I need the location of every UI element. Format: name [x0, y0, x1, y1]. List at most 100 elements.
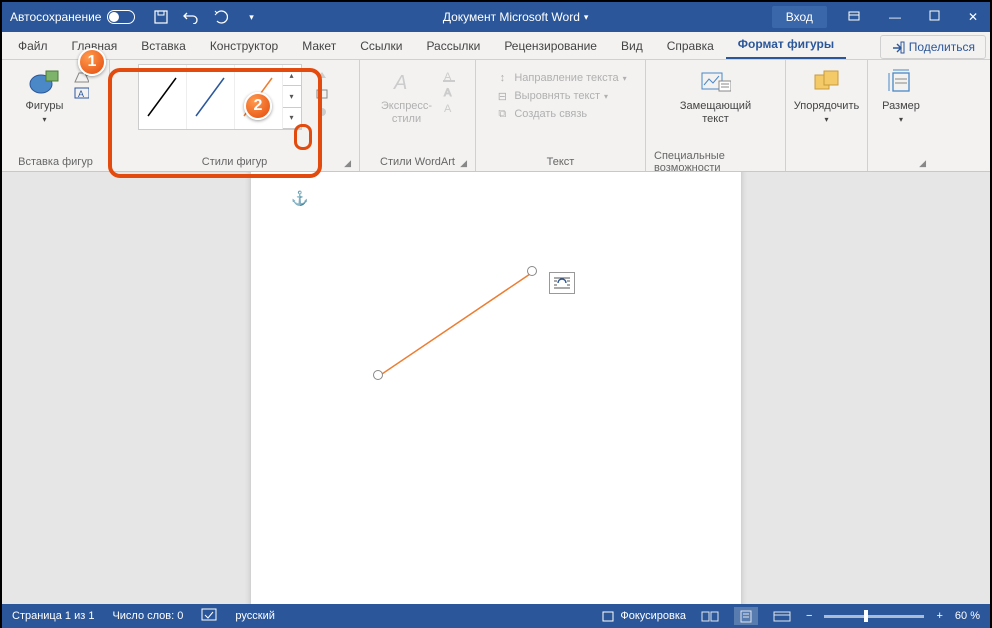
share-button[interactable]: Поделиться	[880, 35, 986, 59]
svg-text:A: A	[444, 87, 452, 98]
minimize-icon[interactable]: —	[889, 10, 901, 24]
text-box-icon[interactable]: A	[73, 86, 89, 100]
layout-options-icon	[552, 275, 572, 291]
window-controls: — ✕	[847, 10, 978, 25]
tab-design[interactable]: Конструктор	[198, 33, 290, 59]
style-preset-1[interactable]	[139, 65, 187, 129]
status-bar: Страница 1 из 1 Число слов: 0 русский Фо…	[2, 604, 990, 628]
shapes-icon	[28, 66, 60, 98]
group-text: ↕Направление текста▾ ⊟Выровнять текст▾ ⧉…	[476, 60, 646, 171]
share-icon	[891, 41, 905, 54]
alt-text-button[interactable]: Замещающий текст	[676, 64, 755, 128]
gallery-more-icon[interactable]: ▾	[283, 108, 301, 129]
close-icon[interactable]: ✕	[968, 10, 978, 24]
redo-icon[interactable]	[213, 9, 229, 25]
zoom-slider[interactable]	[824, 615, 924, 618]
wordart-icon: A	[390, 66, 422, 98]
layout-options-button[interactable]	[549, 272, 575, 294]
qat-dropdown-icon[interactable]: ▾	[243, 9, 259, 25]
dialog-launcher-icon[interactable]: ◢	[919, 158, 926, 169]
shapes-button[interactable]: Фигуры ▾	[22, 64, 68, 127]
shape-effects-button[interactable]	[312, 104, 332, 120]
text-effects-icon[interactable]: A	[442, 100, 458, 114]
status-page[interactable]: Страница 1 из 1	[12, 610, 94, 622]
save-icon[interactable]	[153, 9, 169, 25]
size-button[interactable]: Размер ▾	[878, 64, 924, 127]
create-link-button[interactable]: ⧉Создать связь	[492, 106, 628, 122]
align-text-button[interactable]: ⊟Выровнять текст▾	[492, 88, 628, 104]
status-language[interactable]: русский	[235, 610, 274, 622]
text-direction-icon: ↕	[494, 71, 510, 85]
tab-shape-format[interactable]: Формат фигуры	[726, 31, 846, 59]
annotation-callout-1: 1	[78, 48, 106, 76]
ribbon-tabs: Файл Главная Вставка Конструктор Макет С…	[2, 32, 990, 60]
svg-text:A: A	[393, 72, 407, 94]
arrange-button[interactable]: Упорядочить ▾	[790, 64, 863, 127]
chevron-down-icon[interactable]: ▾	[584, 12, 589, 23]
print-layout-icon[interactable]	[734, 607, 758, 625]
group-wordart-styles: A Экспресс- стили A A A Стили WordArt◢	[360, 60, 476, 171]
document-area: ⚓	[2, 172, 990, 604]
svg-text:A: A	[444, 103, 452, 114]
toggle-switch-icon[interactable]	[107, 10, 135, 24]
annotation-callout-2: 2	[244, 92, 272, 120]
svg-text:A: A	[78, 89, 84, 99]
anchor-icon: ⚓	[291, 190, 308, 207]
dialog-launcher-icon[interactable]: ◢	[460, 158, 467, 169]
tab-help[interactable]: Справка	[655, 33, 726, 59]
chevron-down-icon: ▾	[824, 115, 828, 125]
style-preset-2[interactable]	[187, 65, 235, 129]
tab-insert[interactable]: Вставка	[129, 33, 198, 59]
maximize-icon[interactable]	[929, 10, 940, 24]
tab-view[interactable]: Вид	[609, 33, 655, 59]
title-bar: Автосохранение ▾ Документ Microsoft Word…	[2, 2, 990, 32]
shape-styles-gallery[interactable]: ▴ ▾ ▾	[138, 64, 302, 130]
tab-mailings[interactable]: Рассылки	[414, 33, 492, 59]
group-shape-styles: ▴ ▾ ▾ Стили фигур◢	[110, 60, 360, 171]
dialog-launcher-icon[interactable]: ◢	[344, 158, 351, 169]
chevron-down-icon: ▾	[899, 115, 903, 125]
zoom-out-button[interactable]: −	[806, 610, 812, 622]
tab-references[interactable]: Ссылки	[348, 33, 414, 59]
gallery-up-icon[interactable]: ▴	[283, 65, 301, 86]
status-word-count[interactable]: Число слов: 0	[112, 610, 183, 622]
zoom-level[interactable]: 60 %	[955, 610, 980, 622]
gallery-scroll[interactable]: ▴ ▾ ▾	[283, 65, 301, 129]
align-text-icon: ⊟	[494, 89, 510, 103]
ribbon: Фигуры ▾ A Вставка фигур ▴ ▾ ▾	[2, 60, 990, 172]
group-size: Размер ▾ ◢	[868, 60, 934, 171]
quick-styles-button[interactable]: A Экспресс- стили	[377, 64, 436, 128]
group-arrange: Упорядочить ▾	[786, 60, 868, 171]
text-outline-icon[interactable]: A	[442, 84, 458, 98]
shape-handle-end[interactable]	[527, 266, 537, 276]
tab-layout[interactable]: Макет	[290, 33, 348, 59]
undo-icon[interactable]	[183, 9, 199, 25]
link-icon: ⧉	[494, 107, 510, 121]
tab-file[interactable]: Файл	[6, 33, 60, 59]
group-insert-shapes: Фигуры ▾ A Вставка фигур	[2, 60, 110, 171]
gallery-down-icon[interactable]: ▾	[283, 86, 301, 107]
document-title: Документ Microsoft Word ▾	[259, 10, 771, 24]
page-canvas[interactable]: ⚓	[251, 172, 741, 604]
autosave-toggle[interactable]: Автосохранение	[10, 10, 135, 24]
signin-button[interactable]: Вход	[772, 6, 827, 28]
ribbon-options-icon[interactable]	[847, 10, 861, 25]
outline-icon	[314, 87, 330, 101]
web-layout-icon[interactable]	[770, 607, 794, 625]
status-spellcheck-icon[interactable]	[201, 608, 217, 624]
shape-fill-button[interactable]	[312, 68, 332, 84]
fill-icon	[314, 69, 330, 83]
shape-outline-button[interactable]	[312, 86, 332, 102]
tab-review[interactable]: Рецензирование	[492, 33, 609, 59]
alt-text-icon	[699, 66, 731, 98]
autosave-label: Автосохранение	[10, 10, 101, 24]
text-direction-button[interactable]: ↕Направление текста▾	[492, 70, 628, 86]
focus-mode-button[interactable]: Фокусировка	[601, 610, 686, 623]
shape-handle-start[interactable]	[373, 370, 383, 380]
zoom-in-button[interactable]: +	[936, 610, 942, 622]
arrange-icon	[811, 66, 843, 98]
text-fill-icon[interactable]: A	[442, 68, 458, 82]
drawn-line-shape[interactable]	[371, 264, 541, 384]
group-accessibility: Замещающий текст Специальные возможности	[646, 60, 786, 171]
read-mode-icon[interactable]	[698, 607, 722, 625]
